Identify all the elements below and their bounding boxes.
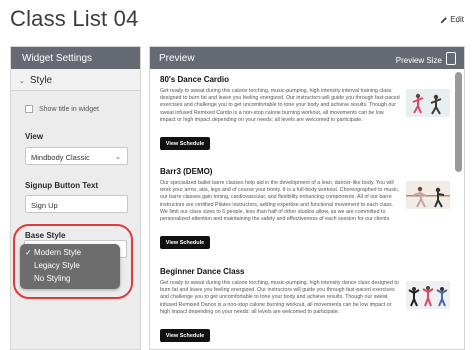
option-label: Modern Style xyxy=(34,248,82,257)
signup-button-text-value: Sign Up xyxy=(31,201,58,210)
class-title: Beginner Dance Class xyxy=(160,267,245,276)
dropdown-option-legacy-style[interactable]: Legacy Style xyxy=(20,259,120,272)
signup-button-text-input[interactable]: Sign Up xyxy=(25,195,128,213)
view-schedule-button[interactable]: View Schedule xyxy=(160,236,210,249)
chevron-down-icon: ⌄ xyxy=(115,154,121,161)
preview-panel: Preview Preview Size 80's Dance Cardio G… xyxy=(149,46,465,350)
view-schedule-button[interactable]: View Schedule xyxy=(160,137,210,150)
view-select[interactable]: Mindbody Classic ⌄ xyxy=(25,147,128,165)
option-label: Legacy Style xyxy=(34,261,80,270)
class-description: Our specialized ballet barre classes hel… xyxy=(160,180,400,223)
edit-link[interactable]: Edit xyxy=(440,15,464,24)
class-description: Get ready to sweat during this calorie t… xyxy=(160,280,399,315)
signup-button-text-label: Signup Button Text xyxy=(25,181,99,190)
style-section-label: Style xyxy=(29,75,53,86)
base-style-dropdown: ✓ Modern Style Legacy Style No Styling xyxy=(20,244,120,289)
preview-title: Preview xyxy=(159,53,195,64)
view-schedule-button[interactable]: View Schedule xyxy=(160,329,210,342)
show-title-label: Show title in widget xyxy=(39,105,99,113)
chevron-down-icon: ⌄ xyxy=(19,78,25,85)
page-title: Class List 04 xyxy=(10,6,139,31)
preview-size-label: Preview Size xyxy=(395,56,442,65)
checkmark-icon: ✓ xyxy=(25,248,32,257)
view-select-value: Mindbody Classic xyxy=(31,153,90,162)
widget-settings-panel: Widget Settings ⌄ Style Show title in wi… xyxy=(10,46,141,350)
class-item: Barr3 (DEMO) Our specialized ballet barr… xyxy=(160,167,460,257)
class-item: 80's Dance Cardio Get ready to sweat dur… xyxy=(160,75,460,165)
view-label: View xyxy=(25,132,44,141)
widget-settings-header: Widget Settings xyxy=(11,47,140,69)
class-item: Beginner Dance Class Get ready to sweat … xyxy=(160,267,460,349)
pencil-icon xyxy=(441,16,448,23)
edit-label: Edit xyxy=(450,15,464,24)
class-thumbnail xyxy=(406,181,450,209)
show-title-row[interactable]: Show title in widget xyxy=(25,105,99,113)
class-description: Get ready to sweat during this calorie t… xyxy=(160,88,400,123)
show-title-checkbox[interactable] xyxy=(25,105,33,113)
dropdown-option-modern-style[interactable]: ✓ Modern Style xyxy=(20,246,120,259)
option-label: No Styling xyxy=(34,274,71,283)
style-section-toggle[interactable]: ⌄ Style xyxy=(11,69,140,91)
preview-header: Preview Preview Size xyxy=(150,47,464,69)
class-title: Barr3 (DEMO) xyxy=(160,167,213,176)
class-title: 80's Dance Cardio xyxy=(160,75,230,84)
class-thumbnail xyxy=(406,89,450,117)
class-thumbnail xyxy=(406,281,450,309)
preview-size-toggle[interactable] xyxy=(446,52,456,65)
dropdown-option-no-styling[interactable]: No Styling xyxy=(20,272,120,285)
